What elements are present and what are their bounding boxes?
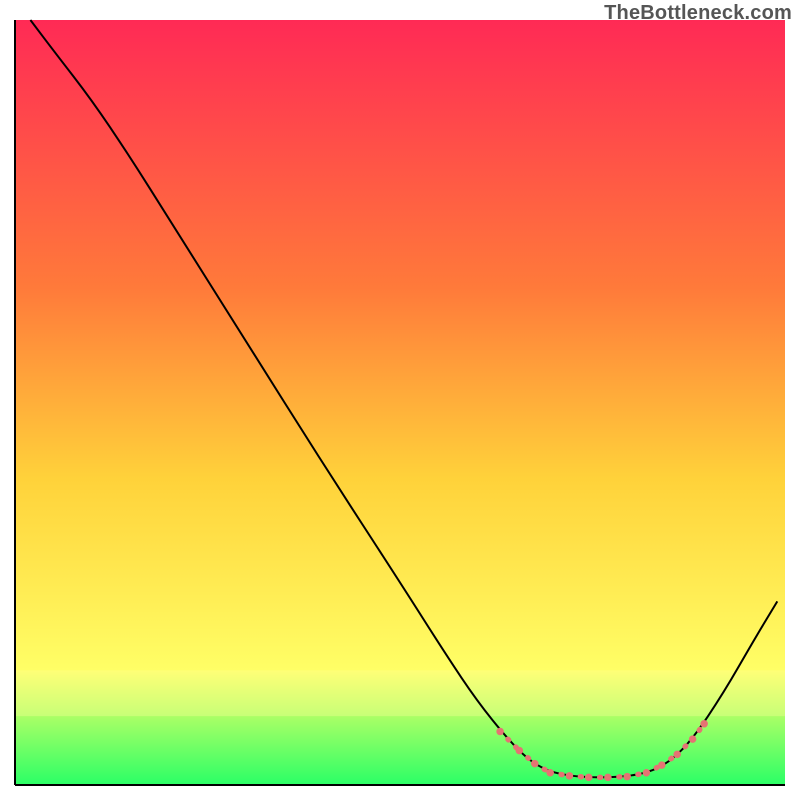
dot-marker	[546, 769, 554, 777]
dot-marker	[700, 720, 708, 728]
dot-marker	[658, 761, 666, 769]
dot-marker	[689, 735, 697, 743]
dot-marker	[673, 751, 681, 759]
dot-marker	[623, 773, 631, 781]
chart-container: TheBottleneck.com	[0, 0, 800, 800]
chart-svg	[0, 0, 800, 800]
pale-band	[15, 670, 785, 716]
dot-marker	[643, 769, 651, 777]
dot-marker	[604, 774, 612, 782]
dot-marker	[531, 760, 539, 768]
dot-marker	[585, 774, 593, 782]
dot-marker	[496, 728, 504, 736]
dot-marker	[516, 747, 524, 755]
dot-marker	[566, 772, 574, 780]
watermark-text: TheBottleneck.com	[604, 2, 792, 25]
